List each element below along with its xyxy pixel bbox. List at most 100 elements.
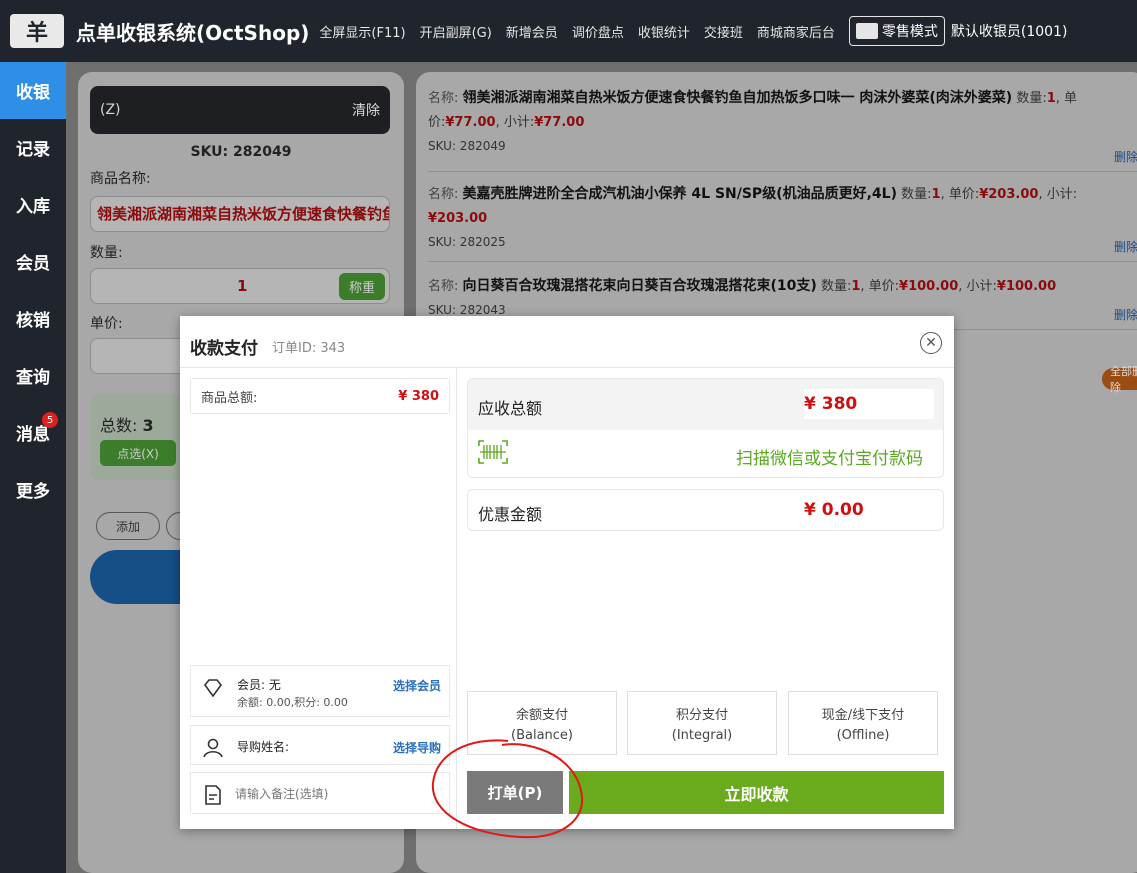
- scan-pay-text: 扫描微信或支付宝付款码: [736, 449, 923, 469]
- cashier-name[interactable]: 默认收银员(1001): [951, 21, 1068, 41]
- cart-item-subtotal-label: 小计:: [1046, 187, 1078, 202]
- retail-mode-label: 零售模式: [881, 24, 938, 40]
- cart-item-price-label: 单价:: [948, 187, 980, 202]
- cart-item-name: 向日葵百合玫瑰混搭花束向日葵百合玫瑰混搭花束(10支): [462, 278, 817, 294]
- note-icon: [205, 785, 221, 805]
- cart-item-delete[interactable]: 删除: [1114, 238, 1137, 255]
- note-input[interactable]: [235, 783, 435, 805]
- pay-method-sub: (Balance): [511, 728, 573, 743]
- member-label: 会员: 无: [237, 678, 281, 692]
- nav-second-screen[interactable]: 开启副屏(G): [420, 22, 492, 41]
- cart-item[interactable]: 名称: 美嘉壳胜牌进阶全合成汽机油小保养 4L SN/SP级(机油品质更好,4L…: [428, 182, 1137, 262]
- sidebar-item-records[interactable]: 记录: [0, 119, 66, 176]
- cart-item-name-label: 名称:: [428, 187, 459, 202]
- message-count-badge: 5: [42, 412, 58, 428]
- select-member-link[interactable]: 选择会员: [393, 677, 441, 694]
- sidebar-item-label: 记录: [16, 140, 50, 160]
- balance-pay-button[interactable]: 余额支付 (Balance): [467, 691, 617, 755]
- cart-item-subtotal-label: 小计:: [503, 115, 535, 130]
- member-balance: 余额: 0.00,积分: 0.00: [237, 696, 348, 709]
- register-icon: [855, 23, 878, 39]
- cart-item-name-label: 名称:: [428, 91, 459, 106]
- close-icon[interactable]: ✕: [920, 332, 942, 354]
- cart-item-qty-label: 数量:: [901, 187, 932, 202]
- quantity-label: 数量:: [90, 245, 123, 261]
- quantity-field[interactable]: 1 称重: [90, 268, 390, 304]
- sidebar-item-messages[interactable]: 消息 5: [0, 404, 66, 461]
- sidebar-item-query[interactable]: 查询: [0, 347, 66, 404]
- sidebar-item-checkout[interactable]: 收银: [0, 62, 66, 119]
- barcode-scan-input[interactable]: (Z) 清除: [90, 86, 390, 134]
- logo-glyph: 羊: [25, 21, 48, 46]
- cart-item-subtotal: ¥100.00: [996, 279, 1057, 294]
- total-count-label: 总数:: [100, 416, 138, 435]
- quantity-value: 1: [237, 277, 248, 295]
- nav-add-member[interactable]: 新增会员: [506, 22, 558, 41]
- clear-all-button[interactable]: 全部删除: [1102, 365, 1137, 394]
- pay-method-sub: (Integral): [671, 728, 733, 743]
- goods-total-value: ¥ 380: [398, 388, 439, 404]
- cart-item-qty: 1: [1046, 91, 1056, 106]
- payment-dialog: 收款支付 订单ID: 343 ✕ 商品总额: ¥ 380 会员: 无 余额: 0…: [180, 316, 954, 829]
- sidebar-item-verify[interactable]: 核销: [0, 290, 66, 347]
- select-guide-link[interactable]: 选择导购: [393, 739, 441, 756]
- offline-pay-button[interactable]: 现金/线下支付 (Offline): [788, 691, 938, 755]
- cart-item-sku: SKU: 282043: [428, 303, 506, 317]
- sidebar-item-label: 收银: [16, 83, 50, 103]
- sidebar-item-label: 会员: [16, 254, 50, 274]
- print-order-button[interactable]: 打单(P): [467, 771, 563, 814]
- sidebar-item-stock-in[interactable]: 入库: [0, 176, 66, 233]
- app-logo[interactable]: 羊: [10, 14, 64, 48]
- sidebar-item-more[interactable]: 更多: [0, 461, 66, 518]
- points-pay-button[interactable]: 积分支付 (Integral): [627, 691, 777, 755]
- select-button[interactable]: 点选(X): [100, 440, 176, 466]
- sidebar-item-label: 核销: [16, 311, 50, 331]
- nav-shift-handover[interactable]: 交接班: [704, 22, 743, 41]
- nav-merchant-backend[interactable]: 商城商家后台: [757, 22, 835, 41]
- product-name-field[interactable]: 翎美湘派湖南湘菜自热米饭方便速食快餐钓鱼自加热饭多口味一 肉沫外婆菜(肉沫外婆菜…: [90, 196, 390, 232]
- nav-cash-stats[interactable]: 收银统计: [638, 22, 690, 41]
- total-count-value: 3: [142, 416, 154, 435]
- sidebar-item-members[interactable]: 会员: [0, 233, 66, 290]
- nav-price-stocktake[interactable]: 调价盘点: [572, 22, 624, 41]
- cart-item-qty: 1: [851, 279, 861, 294]
- cart-item-price: ¥100.00: [899, 279, 959, 294]
- goods-total-label: 商品总额:: [201, 390, 258, 406]
- discount-row[interactable]: 优惠金额 ¥ 0.00: [467, 489, 944, 531]
- collect-now-button[interactable]: 立即收款: [569, 771, 944, 814]
- clear-button[interactable]: 清除: [352, 100, 380, 120]
- scan-pay-row[interactable]: 扫描微信或支付宝付款码: [467, 430, 944, 478]
- cart-item[interactable]: 名称: 翎美湘派湖南湘菜自热米饭方便速食快餐钓鱼自加热饭多口味一 肉沫外婆菜(肉…: [428, 86, 1137, 172]
- pay-method-label: 余额支付: [515, 708, 568, 723]
- goods-total-row: 商品总额: ¥ 380: [190, 378, 450, 414]
- top-bar: 羊 点单收银系统(OctShop) 全屏显示(F11) 开启副屏(G) 新增会员…: [0, 0, 1137, 62]
- order-id-label: 订单ID:: [272, 341, 317, 356]
- order-id-value: 343: [320, 341, 346, 356]
- sidebar: 收银 记录 入库 会员 核销 查询 消息 5 更多: [0, 62, 66, 873]
- cart-item-subtotal: ¥203.00: [428, 211, 488, 226]
- cart-item-sku: SKU: 282025: [428, 235, 506, 249]
- amount-due-label: 应收总额: [478, 399, 543, 418]
- cart-item-subtotal-label: 小计:: [966, 279, 997, 294]
- retail-mode-button[interactable]: 零售模式: [848, 16, 945, 46]
- barcode-icon: [478, 440, 508, 464]
- cart-item-price: ¥77.00: [445, 115, 496, 130]
- app-title: 点单收银系统(OctShop): [76, 20, 310, 45]
- cart-item-name-label: 名称:: [428, 279, 459, 294]
- weigh-button[interactable]: 称重: [339, 273, 385, 300]
- discount-value: ¥ 0.00: [804, 500, 864, 520]
- nav-fullscreen[interactable]: 全屏显示(F11): [319, 22, 405, 41]
- product-name-label: 商品名称:: [90, 171, 151, 187]
- add-button[interactable]: 添加: [96, 512, 160, 540]
- amount-due-row: 应收总额 ¥ 380: [467, 378, 944, 430]
- discount-label: 优惠金额: [478, 505, 543, 524]
- scan-placeholder: (Z): [100, 102, 121, 118]
- total-count: 总数: 3: [100, 412, 154, 436]
- column-divider: [456, 368, 457, 829]
- member-box: 会员: 无 余额: 0.00,积分: 0.00 选择会员: [190, 665, 450, 717]
- pay-method-label: 现金/线下支付: [821, 708, 905, 723]
- cart-item-delete[interactable]: 删除: [1114, 148, 1137, 165]
- cart-item-price: ¥203.00: [979, 187, 1039, 202]
- cart-item-delete[interactable]: 删除: [1114, 306, 1137, 323]
- guide-label: 导购姓名:: [237, 740, 290, 754]
